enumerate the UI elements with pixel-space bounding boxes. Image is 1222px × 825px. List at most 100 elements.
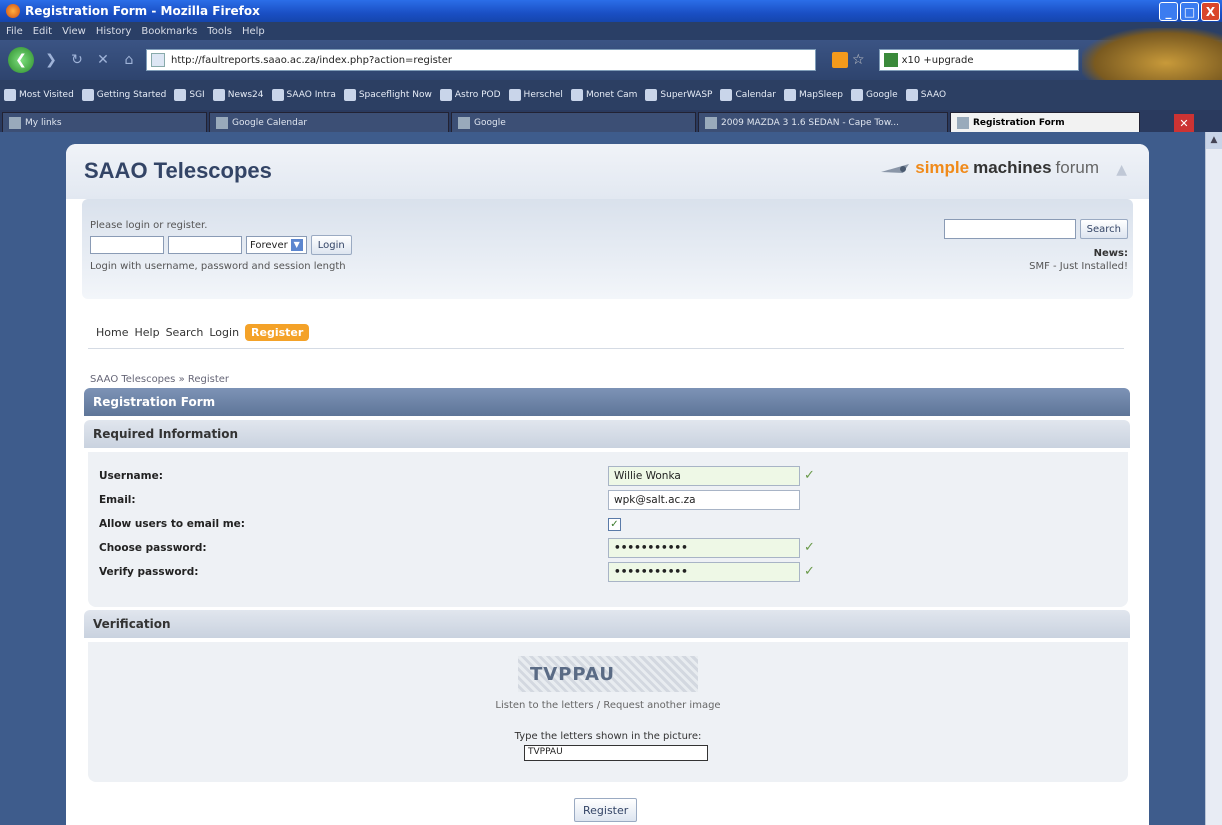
login-hint: Login with username, password and sessio… [90,261,346,272]
bookmark-star-icon[interactable]: ☆ [852,52,865,68]
tab-icon [957,116,969,129]
captcha-letters: TVPPAU [530,663,615,685]
search-bar[interactable]: x10 +upgrade [878,49,1079,71]
password-field[interactable]: ••••••••••• [608,538,800,558]
forward-button[interactable]: ❯ [42,52,60,68]
menu-search[interactable]: Search [166,326,204,339]
required-info-section: Username: Willie Wonka ✓ Email: wpk@salt… [88,452,1128,607]
required-info-header: Required Information [84,420,1130,448]
register-button[interactable]: Register [574,798,638,822]
bookmark-item[interactable]: Monet Cam [570,89,637,101]
home-icon[interactable]: ⌂ [120,52,138,68]
news-text: SMF - Just Installed! [1029,261,1128,272]
tab-my-links[interactable]: My links [2,112,207,132]
email-field[interactable]: wpk@salt.ac.za [608,490,800,510]
bookmark-item[interactable]: Spaceflight Now [343,89,432,101]
bookmark-item[interactable]: Calendar [720,89,776,101]
verify-password-field[interactable]: ••••••••••• [608,562,800,582]
username-login-input[interactable] [90,236,164,254]
bookmark-item[interactable]: SGI [174,89,205,101]
menu-login[interactable]: Login [209,326,239,339]
menu-register[interactable]: Register [245,324,310,341]
bookmark-item[interactable]: Most Visited [4,89,74,101]
news-label: News: [1093,248,1128,259]
search-engine-icon[interactable] [883,53,898,67]
bookmark-icon [174,89,187,101]
menu-bookmarks[interactable]: Bookmarks [141,26,197,37]
menu-help[interactable]: Help [134,326,159,339]
breadcrumb[interactable]: SAAO Telescopes » Register [90,374,229,385]
url-text: http://faultreports.saao.ac.za/index.php… [171,54,452,66]
tab-icon [216,116,228,129]
captcha-image: TVPPAU [518,656,698,692]
allow-email-checkbox[interactable]: ✓ [608,518,621,531]
bookmark-item[interactable]: Google [850,89,898,101]
menu-help[interactable]: Help [242,26,265,37]
menu-divider [88,348,1124,349]
back-button[interactable]: ❮ [8,47,34,73]
verification-section: TVPPAU Listen to the letters / Request a… [88,642,1128,782]
close-button[interactable]: X [1201,2,1220,21]
page-icon [151,53,165,67]
url-actions: ☆ [832,52,865,68]
forum-search-input[interactable] [943,219,1076,239]
email-label: Email: [99,494,136,506]
password-row: Choose password: [99,538,1109,558]
stop-icon[interactable]: ✕ [94,52,112,68]
bookmark-item[interactable]: SAAO [905,89,946,101]
menu-home[interactable]: Home [96,326,128,339]
bookmark-item[interactable]: Astro POD [439,89,501,101]
bookmark-item[interactable]: Herschel [508,89,563,101]
maximize-button[interactable]: □ [1180,2,1199,21]
smf-logo: simple machines forum [879,158,1099,178]
username-valid-icon: ✓ [804,468,815,483]
bookmark-item[interactable]: News24 [212,89,264,101]
menu-view[interactable]: View [62,26,86,37]
browser-menubar: File Edit View History Bookmarks Tools H… [0,22,1222,40]
bookmark-icon [439,89,452,101]
upshrink-icon[interactable]: ▲ [1116,162,1127,178]
password-login-input[interactable] [168,236,242,254]
tab-bar: My links Google Calendar Google 2009 MAZ… [0,110,1222,132]
bookmark-icon [570,89,583,101]
captcha-prompt: Type the letters shown in the picture: [514,731,702,742]
tab-close-icon[interactable]: ✕ [1174,114,1194,132]
tab-google-calendar[interactable]: Google Calendar [209,112,449,132]
url-bar[interactable]: http://faultreports.saao.ac.za/index.php… [146,49,816,71]
bookmark-icon [645,89,658,101]
reload-icon[interactable]: ↻ [68,52,86,68]
captcha-input[interactable]: TVPPAU [524,745,708,761]
minimize-button[interactable]: _ [1159,2,1178,21]
page-scrollbar[interactable]: ▲ [1205,132,1222,825]
bookmark-item[interactable]: SAAO Intra [271,89,336,101]
menu-edit[interactable]: Edit [33,26,52,37]
bookmark-item[interactable]: MapSleep [783,89,843,101]
registration-form-header: Registration Form [84,388,1130,416]
bookmark-icon [905,89,918,101]
login-button[interactable]: Login [310,235,352,255]
session-length-select[interactable]: Forever ▼ [246,236,307,254]
tab-google[interactable]: Google [451,112,696,132]
verification-header: Verification [84,610,1130,638]
search-button[interactable]: Search [1079,219,1128,239]
username-field[interactable]: Willie Wonka [608,466,800,486]
rss-feed-icon[interactable] [832,52,848,68]
search-bar-text: x10 +upgrade [901,54,974,66]
scroll-up-icon[interactable]: ▲ [1206,132,1222,149]
login-prompt: Please login or register. [90,220,208,231]
menu-history[interactable]: History [96,26,132,37]
bookmark-item[interactable]: SuperWASP [645,89,712,101]
bookmark-item[interactable]: Getting Started [81,89,166,101]
bookmark-icon [271,89,284,101]
allow-email-label: Allow users to email me: [99,518,245,530]
bookmarks-toolbar: Most Visited Getting Started SGI News24 … [0,80,1222,110]
forum-title[interactable]: SAAO Telescopes [84,158,272,184]
tab-mazda[interactable]: 2009 MAZDA 3 1.6 SEDAN - Cape Tow... [698,112,948,132]
tab-registration-form[interactable]: Registration Form [950,112,1140,132]
captcha-links[interactable]: Listen to the letters / Request another … [88,700,1128,711]
window-title: Registration Form - Mozilla Firefox [25,4,260,18]
menu-tools[interactable]: Tools [207,26,232,37]
menu-file[interactable]: File [6,26,23,37]
allow-email-row: Allow users to email me: [99,514,1109,534]
forum-wrapper: SAAO Telescopes simple machines forum ▲ P… [66,144,1149,825]
